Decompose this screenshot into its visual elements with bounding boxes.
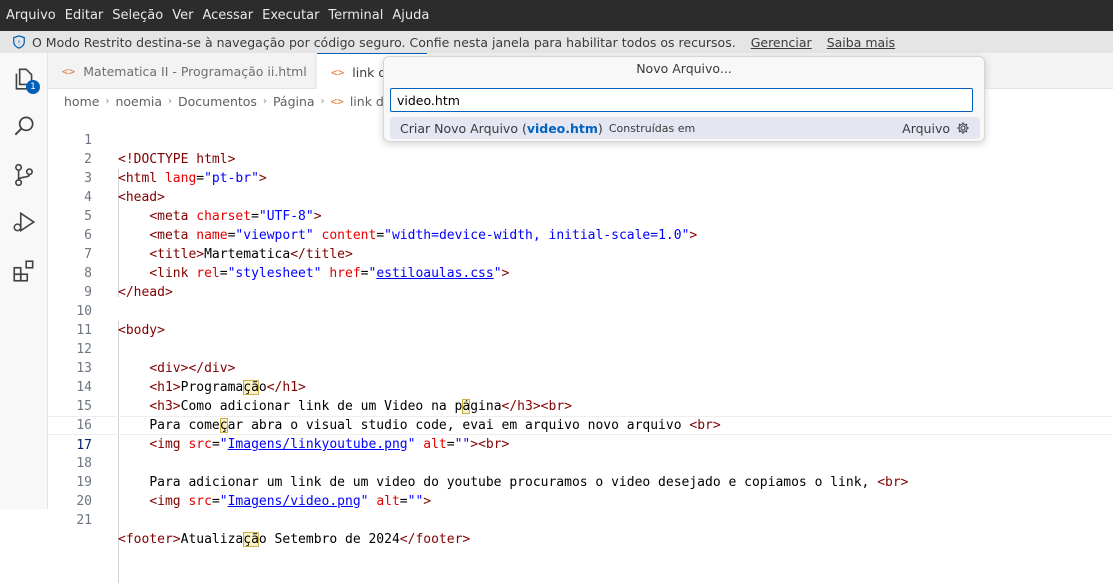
html-file-icon: <> [62,64,76,78]
code-line: 18 Para adicionar um link de um video do… [48,435,1113,490]
explorer-badge: 1 [26,80,40,94]
extensions-icon[interactable] [11,258,37,284]
chevron-right-icon: › [320,95,325,107]
code-line: 20 [48,473,1113,509]
code-line: 8 </head> [48,245,1113,300]
learn-more-link[interactable]: Saiba mais [827,35,895,50]
breadcrumb-home[interactable]: home [64,94,99,109]
menu-terminal[interactable]: Terminal [328,8,383,23]
code-line: 12 <div></div> [48,321,1113,376]
shield-icon: ! [13,35,25,49]
breadcrumb-noemia[interactable]: noemia [115,94,162,109]
new-file-quick-pick: Novo Arquivo... Criar Novo Arquivo (vide… [383,56,985,142]
file-name-input[interactable] [390,88,973,112]
code-line: 14 <h3>Como adicionar link de um Video n… [48,359,1113,414]
banner-text: O Modo Restrito destina-se à navegação p… [32,34,736,50]
option-description: Construídas em [608,121,696,135]
chevron-right-icon: › [105,95,110,107]
code-line: 4 <meta charset="UTF-8"> [48,169,1113,224]
code-line: 11 [48,302,1113,338]
option-category: Arquivo [902,120,950,136]
option-right: Arquivo [902,117,970,139]
code-line: 7 <link rel="stylesheet" href="estiloaul… [48,226,1113,281]
gear-icon[interactable] [956,121,970,135]
menu-ver[interactable]: Ver [172,8,193,23]
tab-label: Matematica II - Programação ii.html [83,63,307,79]
menu-acessar[interactable]: Acessar [202,8,253,23]
breadcrumb-documentos[interactable]: Documentos [178,94,257,109]
code-text: <footer>Atualização Setembro de 2024</fo… [118,532,471,547]
code-line: 5 <meta name="viewport" content="width=d… [48,188,1113,243]
search-icon[interactable] [11,113,37,139]
html-file-icon: <> [331,65,345,79]
option-label: Criar Novo Arquivo (video.htm) [400,120,603,136]
code-line: 6 <title>Martematica</title> [48,207,1113,262]
breadcrumb: home › noemia › Documentos › Página › <>… [64,92,392,110]
activity-bar: 1 [0,53,48,509]
chevron-right-icon: › [168,95,173,107]
svg-text:!: ! [18,40,20,47]
menu-arquivo[interactable]: Arquivo [6,8,56,23]
create-new-file-option[interactable]: Criar Novo Arquivo (video.htm) Construíd… [390,117,980,139]
chevron-right-icon: › [262,95,267,107]
menu-editar[interactable]: Editar [65,8,104,23]
line-number: 21 [76,513,92,528]
run-debug-icon[interactable] [11,209,37,235]
code-line: 10 <body> [48,283,1113,338]
breadcrumb-pagina[interactable]: Página [273,94,315,109]
menu-selecao[interactable]: Seleção [112,8,163,23]
quick-pick-title: Novo Arquivo... [636,61,732,76]
menu-bar: Arquivo Editar Seleção Ver Acessar Execu… [0,0,1113,31]
code-line: 19 <img src="Imagens/video.png" alt=""> [48,454,1113,509]
code-line: 16 <img src="Imagens/linkyoutube.png" al… [48,397,1113,452]
code-line: 15 Para começar abra o visual studio cod… [48,378,1113,433]
manage-link[interactable]: Gerenciar [751,35,812,50]
code-line: 13 <h1>Programação</h1> [48,340,1113,395]
tab-matematica[interactable]: <> Matematica II - Programação ii.html [48,53,316,89]
menu-executar[interactable]: Executar [262,8,319,23]
menu-ajuda[interactable]: Ajuda [392,8,429,23]
code-editor[interactable]: 1 <!DOCTYPE html> 2 <html lang="pt-br"> … [48,112,1113,583]
code-line: 21 <footer>Atualização Setembro de 2024<… [48,492,1113,547]
code-line: 3 <head> [48,150,1113,205]
html-file-icon: <> [330,94,344,108]
current-line: 17 [48,416,1113,453]
code-line: 9 [48,264,1113,300]
source-control-icon[interactable] [11,162,37,188]
restricted-mode-banner: ! O Modo Restrito destina-se à navegação… [0,31,1113,53]
